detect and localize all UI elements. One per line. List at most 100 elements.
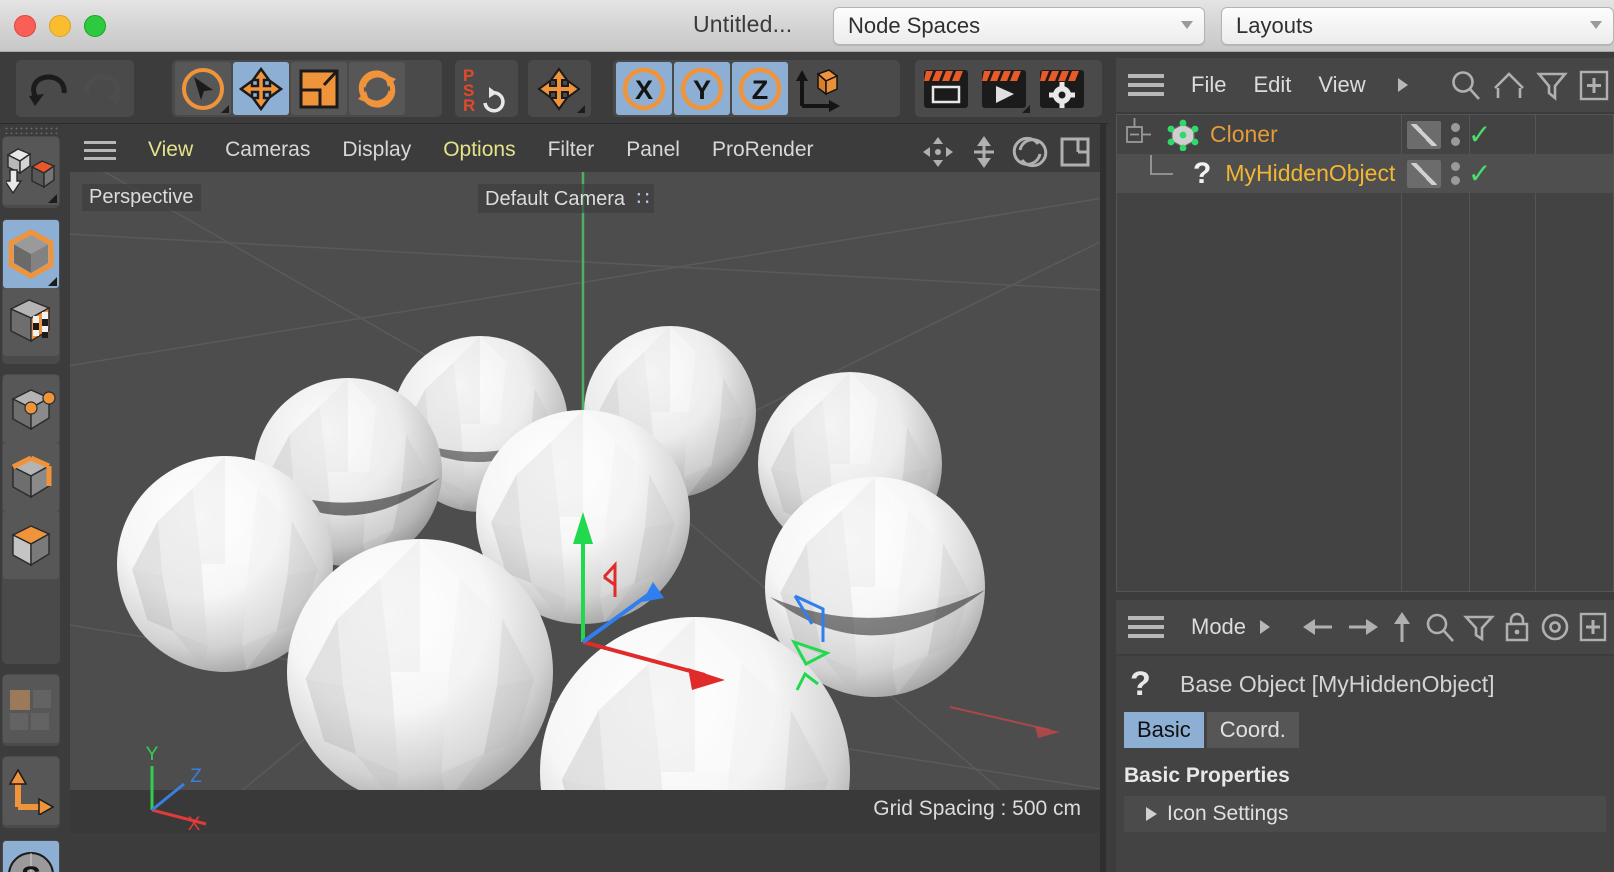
lock-icon[interactable] <box>1502 611 1532 643</box>
panel-divider[interactable] <box>1100 124 1106 872</box>
tree-expand-toggle[interactable] <box>1123 116 1167 154</box>
points-mode-button[interactable] <box>3 375 59 443</box>
edges-mode-button[interactable] <box>3 443 59 511</box>
maximize-button[interactable] <box>84 14 106 37</box>
tool-corner-marker <box>48 194 57 203</box>
viewport-menu-view[interactable]: View <box>148 138 193 162</box>
move-tool-button[interactable] <box>233 62 289 115</box>
tool-corner-marker <box>48 277 57 286</box>
layout-view-icon[interactable] <box>1058 134 1092 170</box>
object-manager-menu-icon[interactable] <box>1128 69 1164 101</box>
psr-button[interactable]: P S R <box>458 62 514 115</box>
search-icon[interactable] <box>1449 68 1483 102</box>
viewport-menu-cameras[interactable]: Cameras <box>225 138 310 162</box>
snap-mode-button[interactable]: S <box>3 841 59 872</box>
plus-icon[interactable] <box>1578 611 1608 643</box>
render-picture-button[interactable] <box>976 62 1032 115</box>
axis-group <box>2 756 60 828</box>
viewport-menu-icon[interactable] <box>84 136 116 165</box>
workplane-mode-button[interactable] <box>3 675 59 743</box>
object-name-myhiddenobject: MyHiddenObject <box>1225 160 1396 186</box>
redo-button[interactable] <box>76 62 131 115</box>
make-editable-button[interactable] <box>3 137 59 205</box>
tool-corner-marker <box>1022 105 1030 113</box>
back-arrow-icon[interactable] <box>1301 611 1337 643</box>
axis-mode-button[interactable] <box>3 757 59 825</box>
plus-icon[interactable] <box>1578 68 1610 102</box>
object-tags-myhiddenobject: ✓ <box>1401 154 1614 193</box>
model-mode-button[interactable] <box>3 220 59 288</box>
polygons-mode-button[interactable] <box>3 511 59 579</box>
render-view-button[interactable] <box>918 62 974 115</box>
forward-arrow-icon[interactable] <box>1344 611 1380 643</box>
viewport-3d-scene[interactable]: Y X Z Perspective Default Camera ∷ Grid … <box>70 172 1100 833</box>
cloner-icon <box>1167 119 1199 151</box>
object-row-myhiddenobject[interactable]: ? MyHiddenObject ✓ <box>1117 154 1613 193</box>
filter-icon[interactable] <box>1535 68 1569 102</box>
tab-basic[interactable]: Basic <box>1124 712 1204 748</box>
layouts-dropdown[interactable]: Layouts <box>1221 7 1614 45</box>
world-axis-button[interactable] <box>531 62 587 115</box>
minimize-button[interactable] <box>49 14 71 37</box>
target-icon[interactable] <box>1539 611 1571 643</box>
scale-tool-button[interactable] <box>291 62 347 115</box>
viewport-view-icons <box>920 134 1092 170</box>
zoom-axis-icon[interactable] <box>966 134 1002 170</box>
enable-check-icon[interactable]: ✓ <box>1468 159 1491 188</box>
tag-slash-icon[interactable] <box>1407 159 1441 188</box>
tag-slash-icon[interactable] <box>1407 120 1441 149</box>
object-manager-menu-file[interactable]: File <box>1191 72 1226 98</box>
search-icon[interactable] <box>1424 611 1456 643</box>
make-editable-icon <box>6 148 56 195</box>
redo-arrow-icon <box>83 74 122 106</box>
tree-branch-line <box>1150 154 1173 175</box>
object-tags-cloner: ✓ <box>1401 115 1614 154</box>
tab-coord[interactable]: Coord. <box>1206 712 1299 748</box>
question-mark-icon: ? <box>1130 664 1151 703</box>
visibility-dots-icon[interactable] <box>1451 123 1460 146</box>
close-button[interactable] <box>14 14 36 37</box>
rotate-view-icon[interactable] <box>1012 134 1048 170</box>
viewport-menu-display[interactable]: Display <box>342 138 411 162</box>
orange-axis-icon <box>8 768 55 815</box>
viewport-menu-filter[interactable]: Filter <box>548 138 595 162</box>
transform-tools-group <box>172 60 442 117</box>
fold-row-icon-settings[interactable]: Icon Settings <box>1124 796 1606 832</box>
object-manager-tree[interactable]: Cloner ✓ ? MyHiddenObject ✓ <box>1116 114 1614 592</box>
rotate-arrows-icon <box>358 70 396 107</box>
texture-mode-button[interactable] <box>3 288 59 356</box>
undo-button[interactable] <box>19 62 74 115</box>
render-picture-clapper-icon <box>982 69 1026 108</box>
viewport[interactable]: View Cameras Display Options Filter Pane… <box>70 128 1100 833</box>
pan-icon[interactable] <box>920 134 956 170</box>
axis-x-button[interactable]: X <box>616 62 672 115</box>
scale-box-icon <box>299 69 339 108</box>
toolbar-grip[interactable] <box>4 126 58 134</box>
select-tool-button[interactable] <box>175 62 231 115</box>
axis-z-button[interactable]: Z <box>732 62 788 115</box>
object-row-cloner[interactable]: Cloner ✓ <box>1117 115 1613 154</box>
up-arrow-icon[interactable] <box>1387 610 1417 644</box>
tool-corner-marker <box>577 105 585 113</box>
workplane-group <box>2 674 60 746</box>
object-manager-menu-edit[interactable]: Edit <box>1253 72 1291 98</box>
mode-dropdown-arrow-icon[interactable] <box>1260 620 1271 634</box>
node-spaces-dropdown[interactable]: Node Spaces <box>833 7 1205 45</box>
visibility-dots-icon[interactable] <box>1451 162 1460 185</box>
filter-icon[interactable] <box>1463 611 1495 643</box>
render-settings-button[interactable] <box>1034 62 1090 115</box>
axis-y-button[interactable]: Y <box>674 62 730 115</box>
object-manager-menu-view[interactable]: View <box>1318 72 1365 98</box>
object-axis-button[interactable] <box>790 62 846 115</box>
attribute-mode-label[interactable]: Mode <box>1191 614 1246 640</box>
viewport-axis-gizmo: Y X Z <box>146 744 207 832</box>
rotate-tool-button[interactable] <box>349 62 405 115</box>
attribute-manager-menu-icon[interactable] <box>1128 611 1164 643</box>
viewport-menu-options[interactable]: Options <box>443 138 515 162</box>
home-icon[interactable] <box>1492 68 1526 102</box>
viewport-menu-panel[interactable]: Panel <box>626 138 680 162</box>
menu-overflow-arrow-icon[interactable] <box>1397 78 1408 92</box>
enable-check-icon[interactable]: ✓ <box>1468 120 1491 149</box>
select-cursor-icon <box>182 67 224 110</box>
viewport-menu-prorender[interactable]: ProRender <box>712 138 814 162</box>
